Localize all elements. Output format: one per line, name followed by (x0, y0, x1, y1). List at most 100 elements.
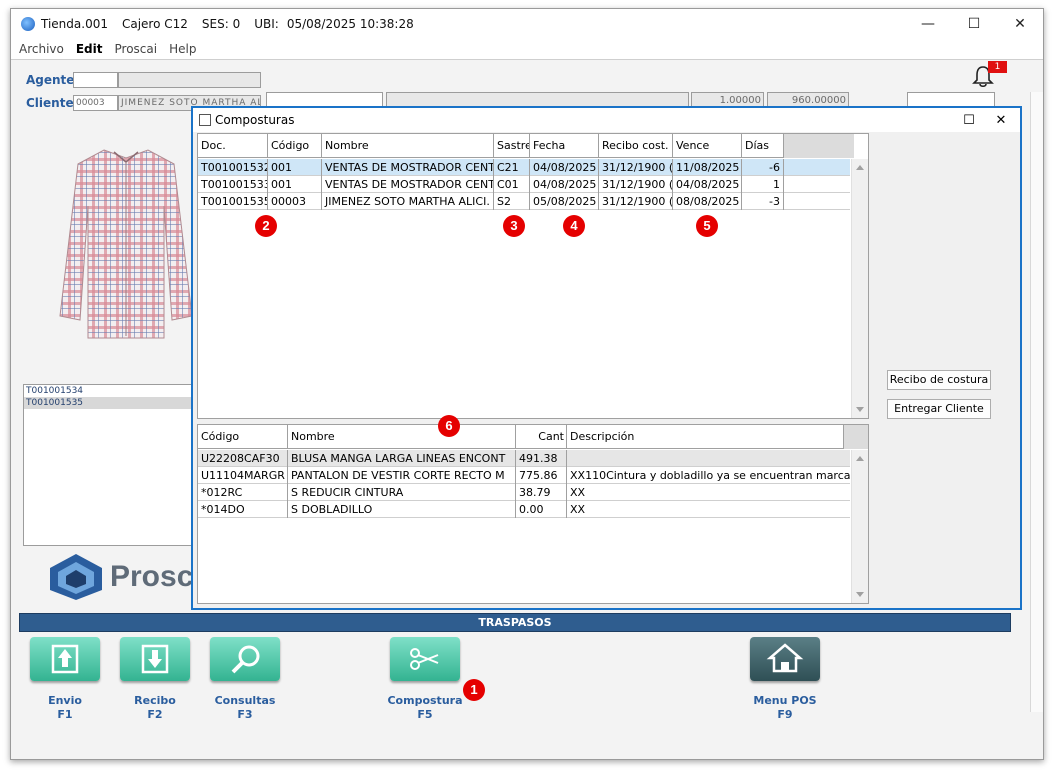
column-header-nombre[interactable]: Nombre (288, 425, 516, 449)
table-row[interactable]: T001001532 001 VENTAS DE MOSTRADOR CENT … (198, 159, 850, 176)
column-header-codigo[interactable]: Código (198, 425, 288, 449)
table-row[interactable]: U22208CAF30 BLUSA MANGA LARGA LINEAS ENC… (198, 450, 850, 467)
menu-pos-label[interactable]: Menu POS F9 (740, 694, 830, 722)
menu-help[interactable]: Help (169, 42, 196, 56)
dialog-maximize-button[interactable]: ☐ (954, 108, 984, 132)
column-header-cant[interactable]: Cant (516, 425, 567, 449)
cell-recibo: 31/12/1900 ( (599, 193, 673, 210)
table-row[interactable]: *014DO S DOBLADILLO 0.00 XX (198, 501, 850, 518)
scissors-icon (410, 648, 439, 670)
cell-nombre: VENTAS DE MOSTRADOR CENT (322, 176, 494, 193)
grid-header: Doc. Código Nombre Sastre Fecha Recibo c… (198, 134, 854, 158)
recibo-label[interactable]: Recibo F2 (120, 694, 190, 722)
traspasos-bar: TRASPASOS (19, 613, 1011, 632)
product-image (59, 149, 193, 339)
composturas-grid[interactable]: Doc. Código Nombre Sastre Fecha Recibo c… (197, 133, 869, 419)
consultas-label[interactable]: Consultas F3 (210, 694, 280, 722)
home-icon (766, 643, 804, 673)
fkey-label: Recibo (134, 694, 176, 707)
cell-cant: 38.79 (516, 484, 567, 501)
download-icon (141, 644, 169, 674)
items-grid[interactable]: Código Nombre Cant Descripción U22208CAF… (197, 424, 869, 604)
callout-marker: 5 (696, 215, 718, 237)
window-icon (199, 114, 211, 126)
cell-descripcion (567, 450, 850, 467)
notification-badge: 1 (988, 61, 1007, 73)
list-item[interactable]: T001001535 (24, 397, 194, 409)
cell-doc: T001001533 (198, 176, 268, 193)
consultas-button[interactable] (210, 637, 280, 681)
minimize-button[interactable]: — (905, 9, 951, 39)
grid-scrollbar[interactable] (851, 159, 868, 418)
globe-icon (21, 17, 35, 31)
column-header-nombre[interactable]: Nombre (322, 134, 494, 158)
table-row[interactable]: T001001533 001 VENTAS DE MOSTRADOR CENT … (198, 176, 850, 193)
column-header-recibo[interactable]: Recibo cost. (599, 134, 673, 158)
scroll-down-icon[interactable] (856, 407, 864, 412)
fkey-label: Compostura (387, 694, 463, 707)
callout-marker: 3 (503, 215, 525, 237)
list-item[interactable]: T001001534 (24, 385, 194, 397)
dialog-close-button[interactable]: ✕ (986, 108, 1016, 132)
table-row[interactable]: T001001535 00003 JIMENEZ SOTO MARTHA ALI… (198, 193, 850, 210)
cell-codigo: 001 (268, 176, 322, 193)
dialog-title: Composturas (215, 113, 295, 127)
cell-descripcion: XX (570, 486, 586, 499)
table-row[interactable]: U11104MARGR PANTALON DE VESTIR CORTE REC… (198, 467, 850, 484)
cliente-code-field[interactable]: 00003 (73, 95, 118, 111)
column-header-doc[interactable]: Doc. (198, 134, 268, 158)
cell-doc: T001001535 (198, 193, 268, 210)
envio-button[interactable] (30, 637, 100, 681)
cell-dias: -6 (742, 159, 784, 176)
document-list[interactable]: T001001534 T001001535 (23, 384, 195, 546)
table-row[interactable]: *012RC S REDUCIR CINTURA 38.79 XX (198, 484, 850, 501)
column-header-codigo[interactable]: Código (268, 134, 322, 158)
scroll-up-icon[interactable] (856, 456, 864, 461)
maximize-button[interactable]: ☐ (951, 9, 997, 39)
cell-codigo: 00003 (268, 193, 322, 210)
close-button[interactable]: ✕ (997, 9, 1043, 39)
scroll-down-icon[interactable] (856, 592, 864, 597)
column-header-descripcion[interactable]: Descripción (567, 425, 844, 449)
cell-nombre: BLUSA MANGA LARGA LINEAS ENCONT (288, 450, 516, 467)
recibo-costura-button[interactable]: Recibo de costura (887, 370, 991, 390)
cell-fecha: 04/08/2025 (530, 176, 599, 193)
logo-text: Prosc (110, 560, 194, 593)
proscai-logo (50, 554, 102, 600)
cell-codigo: 001 (268, 159, 322, 176)
cell-dias: -3 (742, 193, 784, 210)
recibo-button[interactable] (120, 637, 190, 681)
main-scrollbar[interactable] (1030, 92, 1043, 712)
callout-marker: 6 (438, 415, 460, 437)
cell-codigo: U11104MARGR (198, 467, 288, 484)
compostura-button[interactable] (390, 637, 460, 681)
entregar-cliente-button[interactable]: Entregar Cliente (887, 399, 991, 419)
dialog-title-bar: Composturas ☐ ✕ (193, 108, 1020, 132)
fkey-label: Envio (48, 694, 82, 707)
cell-cant: 775.86 (516, 467, 567, 484)
scroll-up-icon[interactable] (856, 165, 864, 170)
grid-scrollbar[interactable] (851, 450, 868, 603)
agente-name-field (118, 72, 261, 88)
column-header-dias[interactable]: Días (742, 134, 784, 158)
column-header-fecha[interactable]: Fecha (530, 134, 599, 158)
column-header-sastre[interactable]: Sastre (494, 134, 530, 158)
envio-label[interactable]: Envio F1 (30, 694, 100, 722)
composturas-dialog: Composturas ☐ ✕ Doc. Código Nombre Sastr… (191, 106, 1022, 610)
column-header-vence[interactable]: Vence (673, 134, 742, 158)
cell-fecha: 04/08/2025 (530, 159, 599, 176)
title-bar: Tienda.001 Cajero C12 SES: 0 UBI: 05/08/… (11, 9, 1043, 39)
menu-pos-button[interactable] (750, 637, 820, 681)
compostura-label[interactable]: Compostura F5 (380, 694, 470, 722)
cell-descripcion: XX (570, 503, 586, 516)
callout-marker: 4 (563, 215, 585, 237)
cell-codigo: U22208CAF30 (198, 450, 288, 467)
cell-sastre: C01 (494, 176, 530, 193)
cell-codigo: *012RC (198, 484, 288, 501)
agente-code-field[interactable] (73, 72, 118, 88)
menu-edit[interactable]: Edit (76, 42, 103, 56)
menu-proscai[interactable]: Proscai (115, 42, 158, 56)
cell-doc: T001001532 (198, 159, 268, 176)
cell-cant: 0.00 (516, 501, 567, 518)
menu-archivo[interactable]: Archivo (19, 42, 64, 56)
